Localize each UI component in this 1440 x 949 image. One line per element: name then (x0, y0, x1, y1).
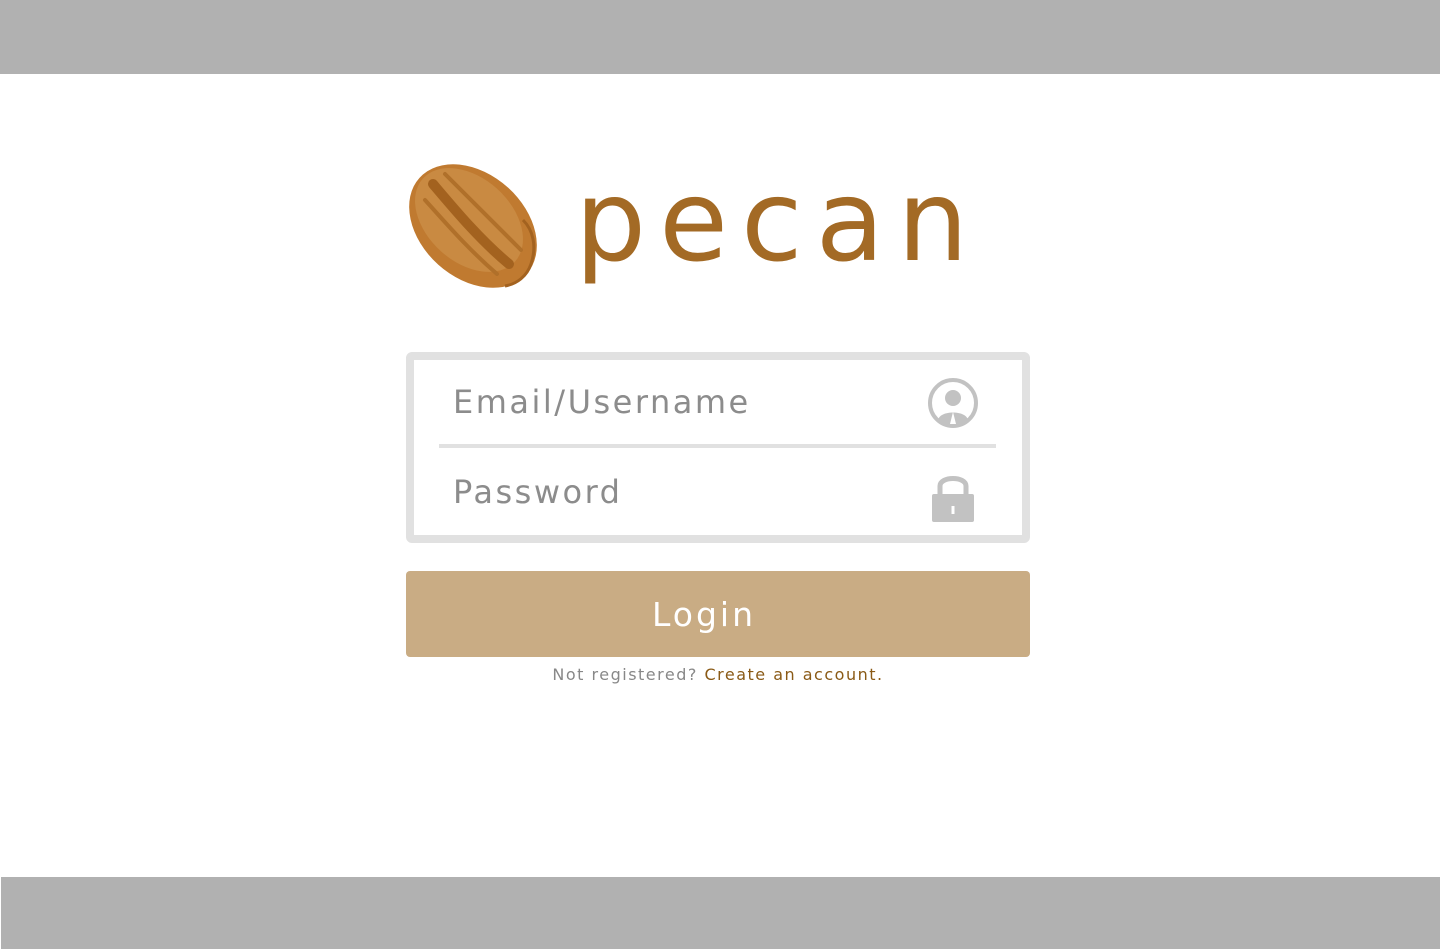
user-icon (928, 378, 978, 428)
password-input[interactable] (439, 448, 923, 535)
brand-logo: pecan (405, 158, 968, 298)
top-bar (0, 0, 1440, 74)
login-button[interactable]: Login (406, 571, 1030, 657)
password-field-row (439, 448, 996, 535)
create-account-link[interactable]: Create an account. (704, 665, 883, 684)
email-input[interactable] (439, 360, 923, 444)
register-prompt: Not registered? (552, 665, 698, 684)
email-field-row (439, 360, 996, 448)
bottom-bar (1, 877, 1440, 949)
login-form (406, 352, 1030, 543)
register-prompt-line: Not registered? Create an account. (406, 665, 1030, 684)
pecan-nut-icon (409, 164, 537, 288)
lock-icon (932, 476, 974, 522)
brand-name: pecan (575, 157, 982, 287)
